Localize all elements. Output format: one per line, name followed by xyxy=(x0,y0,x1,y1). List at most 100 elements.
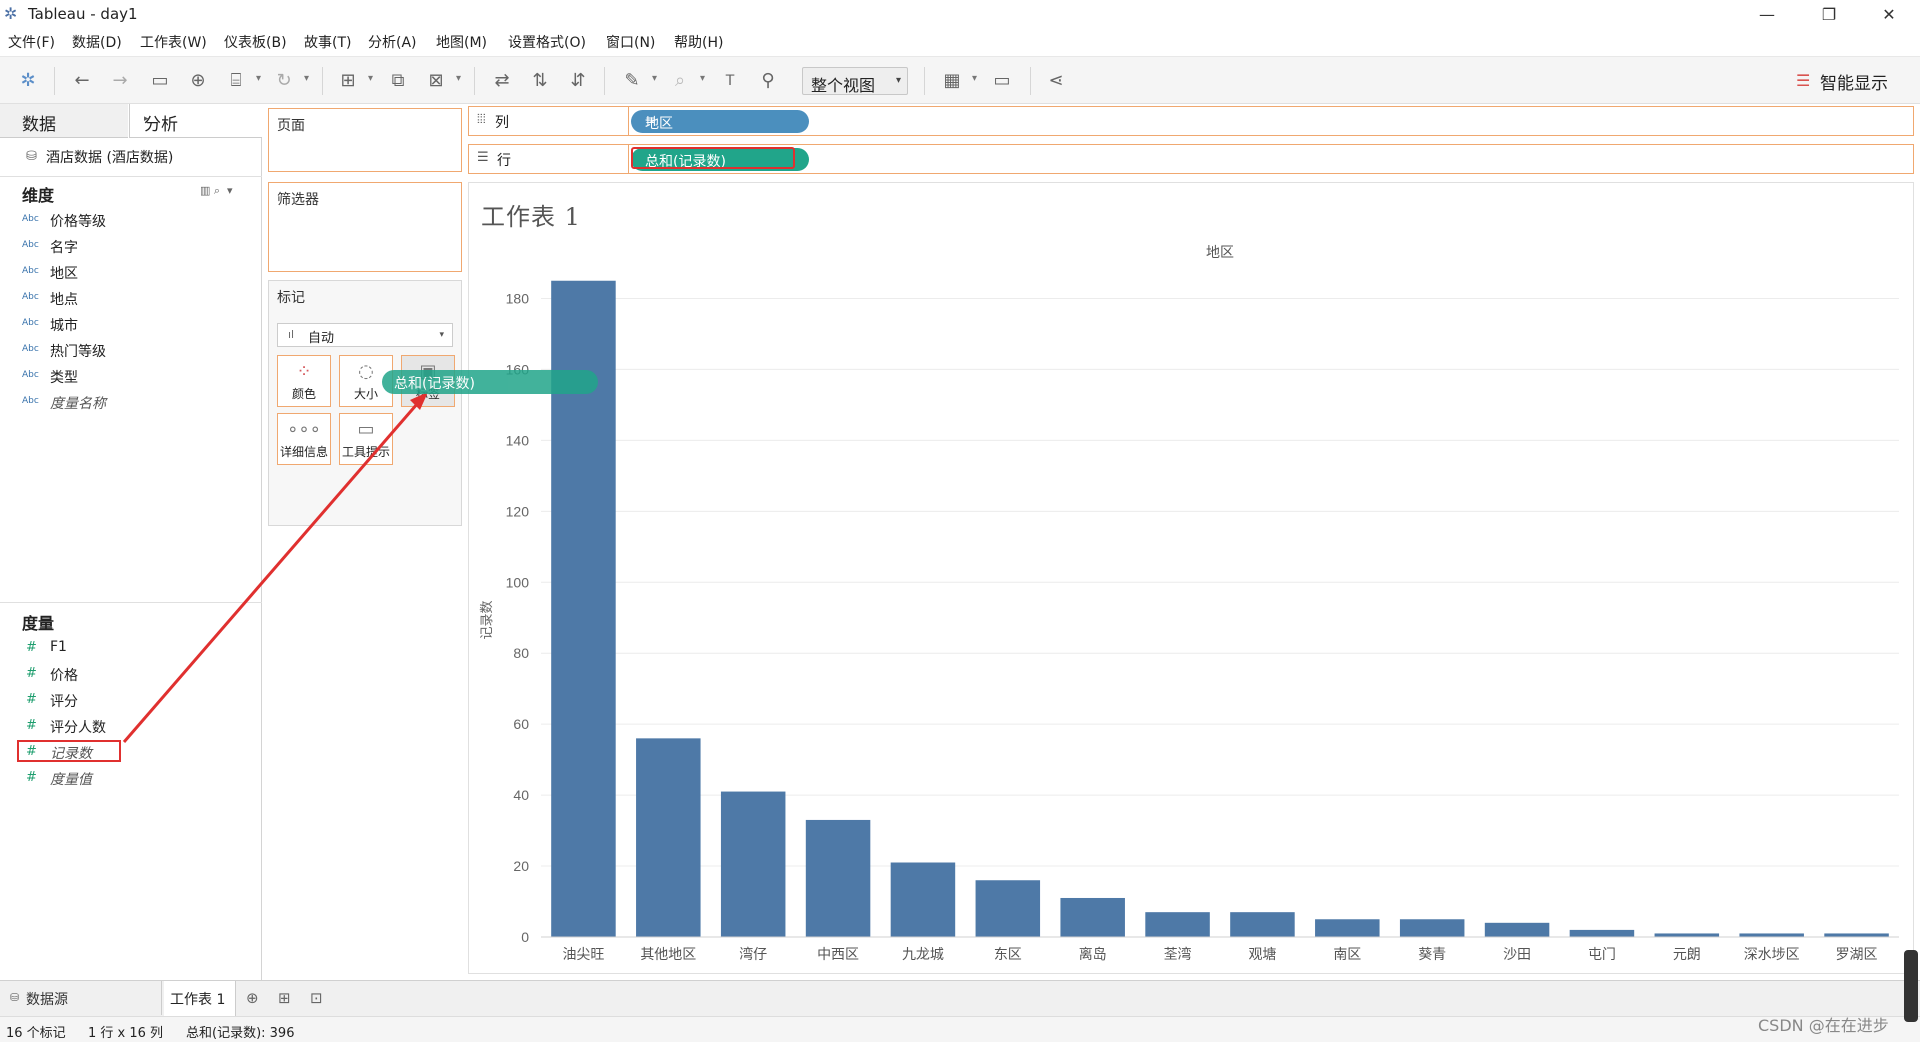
measure-field[interactable]: # 评分 xyxy=(22,690,252,712)
columns-shelf[interactable]: ⦙⦙⦙ 列 地区 ≡ xyxy=(468,106,1914,136)
duplicate-sheet-icon[interactable]: ⧉ xyxy=(386,69,410,93)
viz-canvas: 工作表 1 地区020406080100120140160180记录数油尖旺其他… xyxy=(468,182,1914,974)
chevron-down-icon[interactable]: ▾ xyxy=(256,73,261,84)
chevron-down-icon[interactable]: ▾ xyxy=(304,73,309,84)
text-label-icon[interactable]: T xyxy=(718,69,742,93)
dimension-field[interactable]: Abc 城市 xyxy=(22,314,252,336)
x-tick-label: 南区 xyxy=(1333,947,1361,963)
chevron-down-icon[interactable]: ▾ xyxy=(368,73,373,84)
measure-field[interactable]: # 价格 xyxy=(22,664,252,686)
presentation-icon[interactable]: ▭ xyxy=(990,69,1014,93)
tab-data[interactable]: 数据 xyxy=(0,104,128,138)
show-me-icon[interactable]: ☰ xyxy=(1796,71,1814,90)
show-cards-icon[interactable]: ▦ xyxy=(940,69,964,93)
measure-field[interactable]: # 度量值 xyxy=(22,768,252,790)
x-tick-label: 观塘 xyxy=(1248,947,1276,963)
dimension-field[interactable]: Abc 度量名称 xyxy=(22,392,252,414)
dimension-field[interactable]: Abc 热门等级 xyxy=(22,340,252,362)
bar-14 xyxy=(1739,933,1804,937)
x-tick-label: 屯门 xyxy=(1588,947,1616,963)
refresh-icon[interactable]: ↻ xyxy=(272,69,296,93)
dragged-field-label: 总和(记录数) xyxy=(394,376,475,392)
bar-13 xyxy=(1654,933,1720,937)
marks-title: 标记 xyxy=(277,290,305,306)
tableau-home-icon[interactable]: ✲ xyxy=(16,69,40,93)
menu-analysis[interactable]: 分析(A) xyxy=(368,32,417,52)
data-pane: 数据 分析 ▸ ⛁ 酒店数据 (酒店数据) 维度 ▥ ⌕ ▾ Abc 价格等级 Ab… xyxy=(0,104,262,980)
x-tick-label: 离岛 xyxy=(1079,946,1107,963)
dimension-field[interactable]: Abc 地区 xyxy=(22,262,252,284)
chevron-down-icon[interactable]: ▾ xyxy=(700,73,705,84)
swap-icon[interactable]: ⇄ xyxy=(490,69,514,93)
detail-icon: ∘∘∘ xyxy=(287,419,321,440)
chevron-down-icon[interactable]: ▾ xyxy=(652,73,657,84)
y-axis-title: 记录数 xyxy=(480,600,495,639)
columns-pill-region[interactable]: 地区 ≡ xyxy=(631,110,809,133)
dimension-field[interactable]: Abc 名字 xyxy=(22,236,252,258)
chevron-down-icon[interactable]: ▾ xyxy=(456,73,461,84)
new-datasource-icon[interactable]: ⊕ xyxy=(186,69,210,93)
save-icon[interactable]: ▭ xyxy=(148,69,172,93)
bar-7 xyxy=(1145,912,1210,937)
redo-icon[interactable]: → xyxy=(108,69,132,93)
pages-shelf[interactable]: 页面 xyxy=(268,108,462,172)
bar-15 xyxy=(1824,933,1889,937)
close-button[interactable]: ✕ xyxy=(1866,2,1912,28)
undo-icon[interactable]: ← xyxy=(70,69,94,93)
pin-icon[interactable]: ⚲ xyxy=(756,69,780,93)
menu-map[interactable]: 地图(M) xyxy=(436,32,487,52)
marks-color-button[interactable]: ⁘ 颜色 xyxy=(277,355,331,407)
menu-file[interactable]: 文件(F) xyxy=(8,32,55,52)
view-fit-select[interactable]: 整个视图 ▾ xyxy=(802,67,908,95)
menu-worksheet[interactable]: 工作表(W) xyxy=(140,32,207,52)
marks-tooltip-button[interactable]: ▭ 工具提示 xyxy=(339,413,393,465)
bar-chart: 地区020406080100120140160180记录数油尖旺其他地区湾仔中西… xyxy=(480,245,1899,963)
status-bar: 16 个标记 1 行 x 16 列 总和(记录数): 396 xyxy=(0,1016,1920,1042)
x-tick-label: 湾仔 xyxy=(739,946,767,963)
tab-data-label: 数据 xyxy=(22,115,56,135)
view-fit-label: 整个视图 xyxy=(811,76,876,95)
marks-detail-button[interactable]: ∘∘∘ 详细信息 xyxy=(277,413,331,465)
measure-field[interactable]: # F1 xyxy=(22,638,252,660)
chevron-down-icon: ▾ xyxy=(439,330,444,340)
datasource-icon[interactable]: ⌸ xyxy=(224,69,248,93)
menu-story[interactable]: 故事(T) xyxy=(304,32,351,52)
tab-datasource[interactable]: ⛁ 数据源 xyxy=(0,981,162,1015)
minimize-button[interactable]: — xyxy=(1744,2,1790,28)
paperclip-icon[interactable]: ⌕ xyxy=(668,69,692,93)
share-icon[interactable]: ⋖ xyxy=(1044,69,1068,93)
y-tick-label: 120 xyxy=(506,503,530,519)
y-tick-label: 180 xyxy=(506,290,530,306)
menu-data[interactable]: 数据(D) xyxy=(72,32,122,52)
columns-icon: ⦙⦙⦙ xyxy=(477,112,486,127)
menu-window[interactable]: 窗口(N) xyxy=(606,32,655,52)
menu-format[interactable]: 设置格式(O) xyxy=(508,32,586,52)
dimension-tools[interactable]: ▥ ⌕ ▾ xyxy=(200,184,233,198)
sort-ascending-icon[interactable]: ⇅ xyxy=(528,69,552,93)
scrollbar[interactable] xyxy=(1904,950,1918,1022)
y-tick-label: 100 xyxy=(506,574,530,590)
bar-1 xyxy=(636,738,701,937)
bar-10 xyxy=(1399,919,1465,937)
measure-field[interactable]: # 评分人数 xyxy=(22,716,252,738)
dimension-field[interactable]: Abc 类型 xyxy=(22,366,252,388)
tab-sheet1[interactable]: 工作表 1 xyxy=(164,981,236,1016)
new-worksheet-icon[interactable]: ⊕ xyxy=(246,989,259,1007)
new-story-icon[interactable]: ⊡ xyxy=(310,989,323,1007)
marks-type-select[interactable]: ıl 自动 ▾ xyxy=(277,323,453,347)
filters-shelf[interactable]: 筛选器 xyxy=(268,182,462,272)
highlight-icon[interactable]: ✎ xyxy=(620,69,644,93)
restore-button[interactable]: ❐ xyxy=(1806,2,1852,28)
datasource-name[interactable]: 酒店数据 (酒店数据) xyxy=(46,147,173,167)
dimension-field[interactable]: Abc 价格等级 xyxy=(22,210,252,232)
chevron-down-icon[interactable]: ▾ xyxy=(972,73,977,84)
menu-dashboard[interactable]: 仪表板(B) xyxy=(224,32,287,52)
dimension-field[interactable]: Abc 地点 xyxy=(22,288,252,310)
new-worksheet-icon[interactable]: ⊞ xyxy=(336,69,360,93)
clear-sheet-icon[interactable]: ⊠ xyxy=(424,69,448,93)
menu-help[interactable]: 帮助(H) xyxy=(674,32,723,52)
sort-descending-icon[interactable]: ⇵ xyxy=(566,69,590,93)
tab-analysis[interactable]: 分析 ▸ xyxy=(129,104,262,138)
show-me-button[interactable]: 智能显示 xyxy=(1820,69,1888,94)
new-dashboard-icon[interactable]: ⊞ xyxy=(278,989,291,1007)
